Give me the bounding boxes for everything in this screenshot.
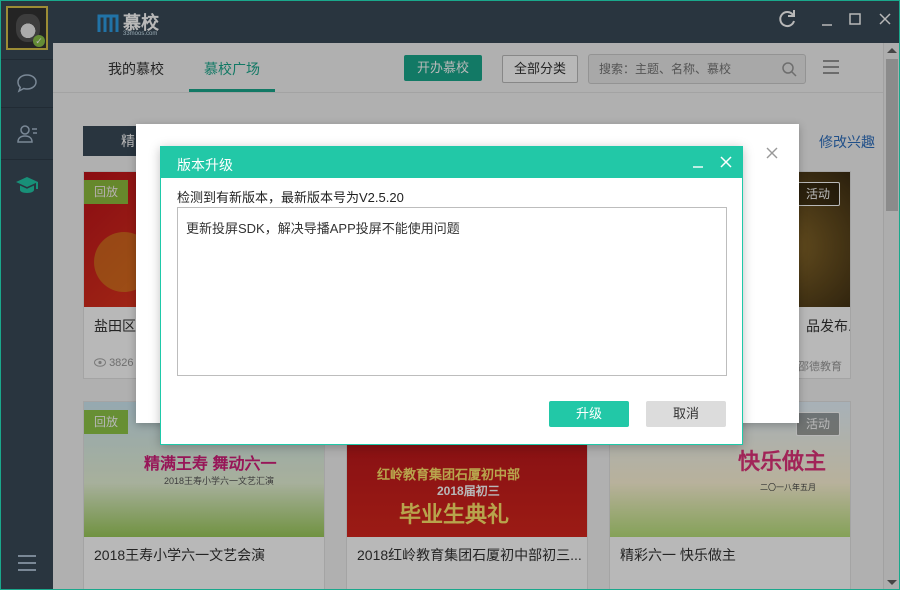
upgrade-button[interactable]: 升级 <box>549 401 629 427</box>
dialog-header: 版本升级 <box>161 147 742 178</box>
upgrade-dialog: 版本升级 检测到有新版本，最新版本号为V2.5.20 更新投屏SDK，解决导播A… <box>160 146 743 445</box>
dialog-minimize-icon[interactable] <box>691 154 705 170</box>
dialog-title: 版本升级 <box>177 157 233 173</box>
new-version-message: 检测到有新版本，最新版本号为V2.5.20 <box>177 190 404 205</box>
dialog-close-icon[interactable] <box>718 154 734 170</box>
cancel-button[interactable]: 取消 <box>646 401 726 427</box>
release-notes-box[interactable]: 更新投屏SDK，解决导播APP投屏不能使用问题 <box>177 207 727 376</box>
background-dialog-close-icon[interactable] <box>764 145 780 161</box>
app-window: ✓ 慕校 33moos.com 我的慕校 慕校广场 开办慕校 全部分类 搜索：主… <box>0 0 900 590</box>
